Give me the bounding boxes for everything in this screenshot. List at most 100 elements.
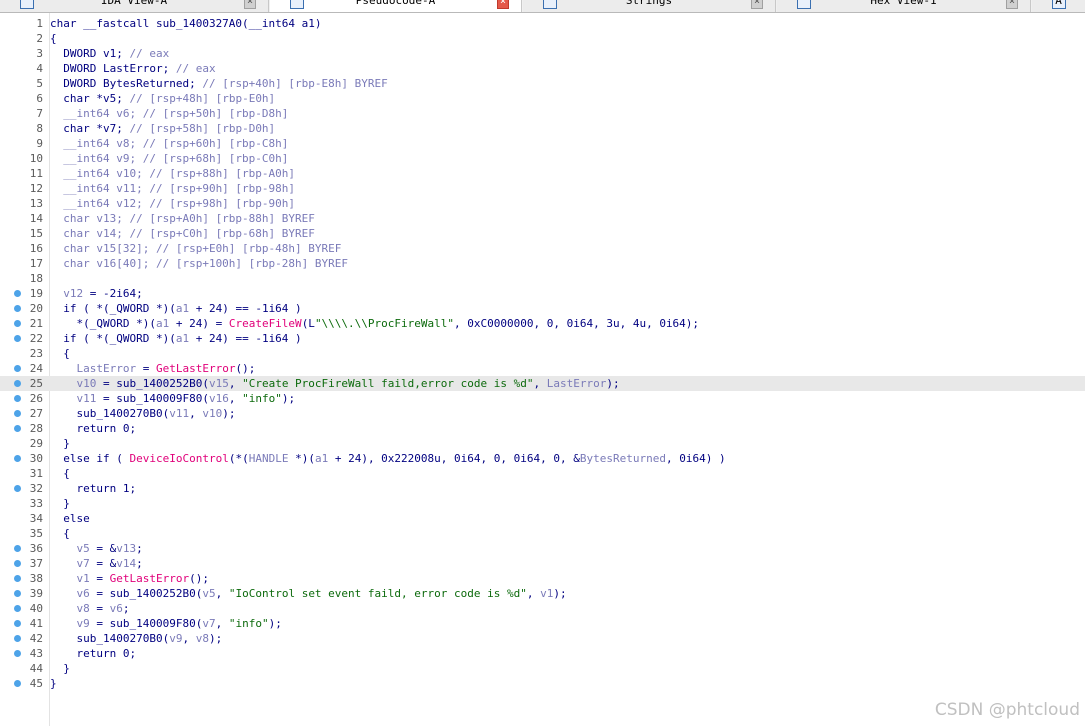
line-number: 9	[36, 137, 43, 150]
code-line[interactable]: 1 char __fastcall sub_1400327A0(__int64 a…	[0, 16, 1085, 31]
tab-label: A	[1055, 0, 1062, 7]
code-line[interactable]: 34 else	[0, 511, 1085, 526]
code-text: v11 = sub_140009F80(v16, "info");	[50, 391, 295, 406]
code-line[interactable]: 31 {	[0, 466, 1085, 481]
code-text: {	[50, 346, 70, 361]
code-line[interactable]: 42 sub_1400270B0(v9, v8);	[0, 631, 1085, 646]
code-line[interactable]: 21 *(_QWORD *)(a1 + 24) = CreateFileW(L"…	[0, 316, 1085, 331]
code-line[interactable]: 2{	[0, 31, 1085, 46]
code-line[interactable]: 8 char *v7; // [rsp+58h] [rbp-D0h]	[0, 121, 1085, 136]
code-line[interactable]: 4 DWORD LastError; // eax	[0, 61, 1085, 76]
code-line[interactable]: 39 v6 = sub_1400252B0(v5, "IoControl set…	[0, 586, 1085, 601]
code-line[interactable]: 5 DWORD BytesReturned; // [rsp+40h] [rbp…	[0, 76, 1085, 91]
code-line[interactable]: 32 return 1;	[0, 481, 1085, 496]
code-line[interactable]: 36 v5 = &v13;	[0, 541, 1085, 556]
code-token-def: + 24) =	[169, 317, 229, 330]
code-token-def: (*(	[228, 452, 249, 465]
code-text: v6 = sub_1400252B0(v5, "IoControl set ev…	[50, 586, 566, 601]
code-line[interactable]: 26 v11 = sub_140009F80(v16, "info");	[0, 391, 1085, 406]
breakpoint-dot-icon[interactable]	[14, 320, 21, 327]
code-line[interactable]: 14 char v13; // [rsp+A0h] [rbp-88h] BYRE…	[0, 211, 1085, 226]
breakpoint-dot-icon[interactable]	[14, 410, 21, 417]
code-line[interactable]: 6 char *v5; // [rsp+48h] [rbp-E0h]	[0, 91, 1085, 106]
code-token-cmt: // eax	[175, 62, 216, 75]
code-line[interactable]: 27 sub_1400270B0(v11, v10);	[0, 406, 1085, 421]
code-token-var: v12	[50, 287, 84, 300]
tab-4[interactable]: Hex View-1 ×	[777, 0, 1031, 12]
tab-5[interactable]: A	[1032, 0, 1085, 12]
code-line[interactable]: 38 v1 = GetLastError();	[0, 571, 1085, 586]
close-icon[interactable]: ×	[1006, 0, 1018, 9]
line-number: 22	[29, 332, 43, 345]
code-line[interactable]: 22 if ( *(_QWORD *)(a1 + 24) == -1i64 )	[0, 331, 1085, 346]
breakpoint-dot-icon[interactable]	[14, 560, 21, 567]
code-line[interactable]: 45}	[0, 676, 1085, 691]
breakpoint-dot-icon[interactable]	[14, 485, 21, 492]
breakpoint-dot-icon[interactable]	[14, 620, 21, 627]
breakpoint-dot-icon[interactable]	[14, 680, 21, 687]
breakpoint-dot-icon[interactable]	[14, 365, 21, 372]
code-line[interactable]: 33 }	[0, 496, 1085, 511]
breakpoint-dot-icon[interactable]	[14, 590, 21, 597]
breakpoint-dot-icon[interactable]	[14, 425, 21, 432]
code-line[interactable]: 16 char v15[32]; // [rsp+E0h] [rbp-48h] …	[0, 241, 1085, 256]
code-token-def: ,	[215, 617, 229, 630]
code-line[interactable]: 9 __int64 v8; // [rsp+60h] [rbp-C8h]	[0, 136, 1085, 151]
code-line[interactable]: 44 }	[0, 661, 1085, 676]
code-line[interactable]: 30 else if ( DeviceIoControl(*(HANDLE *)…	[0, 451, 1085, 466]
code-line[interactable]: 28 return 0;	[0, 421, 1085, 436]
code-line[interactable]: 43 return 0;	[0, 646, 1085, 661]
code-line[interactable]: 17 char v16[40]; // [rsp+100h] [rbp-28h]…	[0, 256, 1085, 271]
code-line[interactable]: 15 char v14; // [rsp+C0h] [rbp-68h] BYRE…	[0, 226, 1085, 241]
breakpoint-dot-icon[interactable]	[14, 455, 21, 462]
breakpoint-dot-icon[interactable]	[14, 380, 21, 387]
code-line[interactable]: 13 __int64 v12; // [rsp+98h] [rbp-90h]	[0, 196, 1085, 211]
breakpoint-dot-icon[interactable]	[14, 335, 21, 342]
code-line[interactable]: 41 v9 = sub_140009F80(v7, "info");	[0, 616, 1085, 631]
code-line[interactable]: 24 LastError = GetLastError();	[0, 361, 1085, 376]
close-icon[interactable]: ×	[751, 0, 763, 9]
code-line[interactable]: 37 v7 = &v14;	[0, 556, 1085, 571]
line-number: 44	[29, 662, 43, 675]
code-line[interactable]: 19 v12 = -2i64;	[0, 286, 1085, 301]
code-line[interactable]: 3 DWORD v1; // eax	[0, 46, 1085, 61]
line-number: 43	[29, 647, 43, 660]
breakpoint-dot-icon[interactable]	[14, 395, 21, 402]
tab-3[interactable]: Strings ×	[523, 0, 776, 12]
breakpoint-dot-icon[interactable]	[14, 575, 21, 582]
code-line[interactable]: 20 if ( *(_QWORD *)(a1 + 24) == -1i64 )	[0, 301, 1085, 316]
pseudocode-editor[interactable]: 1 char __fastcall sub_1400327A0(__int64 a…	[0, 13, 1085, 726]
code-token-def: ,	[533, 377, 547, 390]
code-line[interactable]: 35 {	[0, 526, 1085, 541]
line-number: 33	[29, 497, 43, 510]
code-line[interactable]: 12 __int64 v11; // [rsp+90h] [rbp-98h]	[0, 181, 1085, 196]
code-token-str: "Create ProcFireWall faild,error code is…	[242, 377, 534, 390]
tab-2[interactable]: Pseudocode-A ×	[270, 0, 522, 12]
breakpoint-dot-icon[interactable]	[14, 290, 21, 297]
code-line[interactable]: 18	[0, 271, 1085, 286]
line-number: 3	[36, 47, 43, 60]
code-token-def: return 1;	[50, 482, 137, 495]
breakpoint-dot-icon[interactable]	[14, 305, 21, 312]
code-line[interactable]: 11 __int64 v10; // [rsp+88h] [rbp-A0h]	[0, 166, 1085, 181]
close-icon[interactable]: ×	[497, 0, 509, 9]
code-text: }	[50, 496, 70, 511]
code-text: LastError = GetLastError();	[50, 361, 255, 376]
code-text: v10 = sub_1400252B0(v15, "Create ProcFir…	[50, 376, 619, 391]
code-token-def: , 0i64) )	[665, 452, 726, 465]
code-text: v7 = &v14;	[50, 556, 142, 571]
tab-label: Strings	[625, 0, 673, 7]
code-token-var: v16	[208, 392, 229, 405]
breakpoint-dot-icon[interactable]	[14, 545, 21, 552]
code-line[interactable]: 25 v10 = sub_1400252B0(v15, "Create Proc…	[0, 376, 1085, 391]
code-line[interactable]: 23 {	[0, 346, 1085, 361]
breakpoint-dot-icon[interactable]	[14, 605, 21, 612]
code-line[interactable]: 7 __int64 v6; // [rsp+50h] [rbp-D8h]	[0, 106, 1085, 121]
breakpoint-dot-icon[interactable]	[14, 650, 21, 657]
breakpoint-dot-icon[interactable]	[14, 635, 21, 642]
tab-1[interactable]: IDA View-A ×	[0, 0, 269, 12]
code-line[interactable]: 40 v8 = v6;	[0, 601, 1085, 616]
close-icon[interactable]: ×	[244, 0, 256, 9]
code-line[interactable]: 10 __int64 v9; // [rsp+68h] [rbp-C0h]	[0, 151, 1085, 166]
code-line[interactable]: 29 }	[0, 436, 1085, 451]
